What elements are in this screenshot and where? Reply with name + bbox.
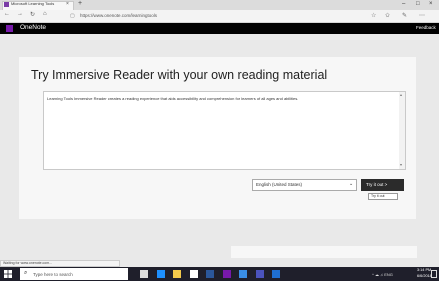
favorite-icon[interactable]: ✩ [385, 12, 390, 19]
store-icon[interactable] [190, 270, 198, 278]
secondary-card [231, 246, 417, 258]
tab-title: Microsoft Learning Tools [11, 1, 55, 6]
photos-icon[interactable] [272, 270, 280, 278]
new-tab-button[interactable]: + [78, 0, 82, 7]
mail-icon[interactable] [239, 270, 247, 278]
home-icon[interactable]: ⌂ [43, 11, 47, 17]
tooltip-text: Try it out [371, 194, 385, 198]
minimize-button[interactable]: – [402, 1, 405, 7]
reading-view-icon[interactable]: ☆ [371, 12, 376, 19]
edge-icon[interactable] [157, 270, 165, 278]
back-icon[interactable]: ← [4, 11, 10, 17]
more-icon[interactable]: ⋯ [419, 12, 425, 19]
system-tray[interactable]: ^ ☁ ♫ ENG [372, 272, 393, 277]
url-text: https://www.onenote.com/learningtools [80, 13, 158, 18]
maximize-button[interactable]: □ [416, 1, 420, 7]
scroll-up-icon[interactable]: ▴ [400, 92, 402, 97]
task-view-icon[interactable] [140, 270, 148, 278]
feedback-link[interactable]: Feedback [416, 25, 436, 30]
refresh-icon[interactable]: ↻ [30, 11, 35, 18]
scroll-down-icon[interactable]: ▾ [400, 162, 402, 167]
tab-close-icon[interactable]: × [66, 1, 69, 7]
taskbar-search-placeholder: Type here to search [33, 272, 73, 277]
try-it-out-label: Try it out > [366, 182, 388, 187]
page-icon: ▢ [70, 13, 75, 19]
teams-icon[interactable] [256, 270, 264, 278]
search-icon: ⌕ [24, 270, 28, 276]
onenote-favicon-icon [4, 2, 9, 7]
chevron-down-icon: ⌄ [349, 181, 354, 187]
language-value: English (United States) [256, 182, 303, 187]
app-header [0, 23, 439, 34]
forward-icon[interactable]: → [17, 11, 23, 17]
file-explorer-icon[interactable] [173, 270, 181, 278]
close-window-button[interactable]: × [429, 1, 433, 7]
notes-icon[interactable]: ✎ [402, 12, 407, 19]
reading-material-textarea[interactable] [43, 91, 406, 170]
page-title: Try Immersive Reader with your own readi… [31, 68, 328, 82]
word-icon[interactable] [206, 270, 214, 278]
textarea-content: Learning Tools Immersive Reader creates … [47, 96, 299, 101]
notifications-icon[interactable] [431, 270, 437, 278]
clock-time[interactable]: 3:14 PM [417, 268, 431, 272]
textarea-scrollbar[interactable] [399, 92, 405, 169]
app-name[interactable]: OneNote [20, 24, 46, 31]
status-text: Waiting for www.onenote.com... [3, 261, 53, 265]
onenote-icon[interactable] [223, 270, 231, 278]
clock-date[interactable]: 6/6/2018 [417, 274, 432, 278]
windows-start-icon[interactable] [4, 270, 12, 278]
app-launcher-icon[interactable] [6, 25, 13, 32]
